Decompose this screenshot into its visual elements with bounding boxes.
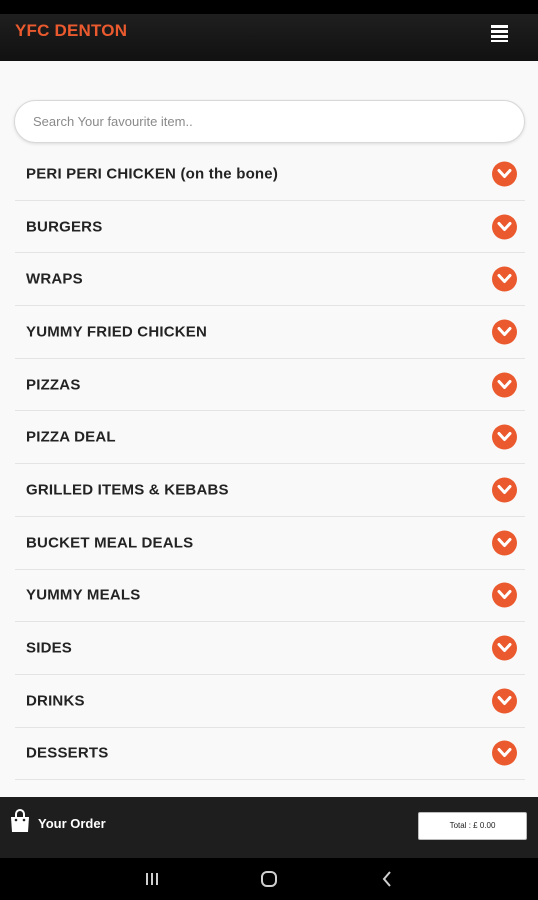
home-icon[interactable] (260, 870, 278, 888)
status-bar (0, 0, 538, 14)
chevron-down-icon[interactable] (492, 372, 517, 398)
chevron-down-icon[interactable] (492, 214, 517, 240)
category-row[interactable]: GRILLED ITEMS & KEBABS (15, 464, 525, 517)
category-row[interactable]: DESSERTS (15, 728, 525, 781)
category-label: DRINKS (26, 692, 85, 710)
brand-title: YFC DENTON (15, 21, 128, 40)
order-bar: Your Order Total : £ 0.00 (0, 797, 538, 858)
chevron-down-icon[interactable] (492, 319, 517, 345)
category-row[interactable]: WRAPS (15, 253, 525, 307)
category-row[interactable]: PIZZA DEAL (15, 411, 525, 465)
chevron-down-icon[interactable] (492, 582, 517, 608)
category-label: BURGERS (26, 218, 103, 236)
category-label: WRAPS (26, 270, 83, 288)
search-box (14, 100, 525, 143)
app-header: YFC DENTON (0, 14, 538, 61)
category-row[interactable]: BURGERS (15, 201, 525, 254)
chevron-down-icon[interactable] (492, 477, 517, 503)
category-label: BUCKET MEAL DEALS (26, 534, 194, 552)
category-label: YUMMY MEALS (26, 586, 141, 604)
category-row[interactable]: SIDES (15, 622, 525, 675)
chevron-down-icon[interactable] (492, 161, 517, 187)
your-order-label[interactable]: Your Order (38, 816, 106, 831)
category-label: PERI PERI CHICKEN (on the bone) (26, 165, 279, 183)
category-row[interactable]: DRINKS (15, 675, 525, 728)
chevron-down-icon[interactable] (492, 740, 517, 766)
category-label: DESSERTS (26, 744, 109, 762)
recent-apps-icon[interactable] (144, 870, 160, 888)
category-row[interactable]: BUCKET MEAL DEALS (15, 517, 525, 570)
category-label: SIDES (26, 639, 73, 657)
category-list: PERI PERI CHICKEN (on the bone) BURGERS … (15, 148, 525, 781)
chevron-down-icon[interactable] (492, 424, 517, 450)
chevron-down-icon[interactable] (492, 266, 517, 292)
category-row[interactable]: PIZZAS (15, 359, 525, 412)
order-total-button[interactable]: Total : £ 0.00 (418, 812, 527, 840)
shopping-bag-icon[interactable] (9, 809, 31, 833)
category-row[interactable]: YUMMY MEALS (15, 570, 525, 623)
category-label: YUMMY FRIED CHICKEN (26, 323, 208, 341)
category-label: PIZZA DEAL (26, 428, 116, 446)
category-row[interactable]: PERI PERI CHICKEN (on the bone) (15, 148, 525, 201)
chevron-down-icon[interactable] (492, 530, 517, 556)
category-row[interactable]: YUMMY FRIED CHICKEN (15, 306, 525, 359)
hamburger-menu-icon[interactable] (487, 21, 513, 43)
system-navigation-bar (0, 858, 538, 900)
chevron-down-icon[interactable] (492, 688, 517, 714)
search-input[interactable] (15, 101, 524, 142)
chevron-down-icon[interactable] (492, 635, 517, 661)
back-icon[interactable] (380, 870, 394, 888)
category-label: GRILLED ITEMS & KEBABS (26, 481, 229, 499)
category-label: PIZZAS (26, 376, 81, 394)
